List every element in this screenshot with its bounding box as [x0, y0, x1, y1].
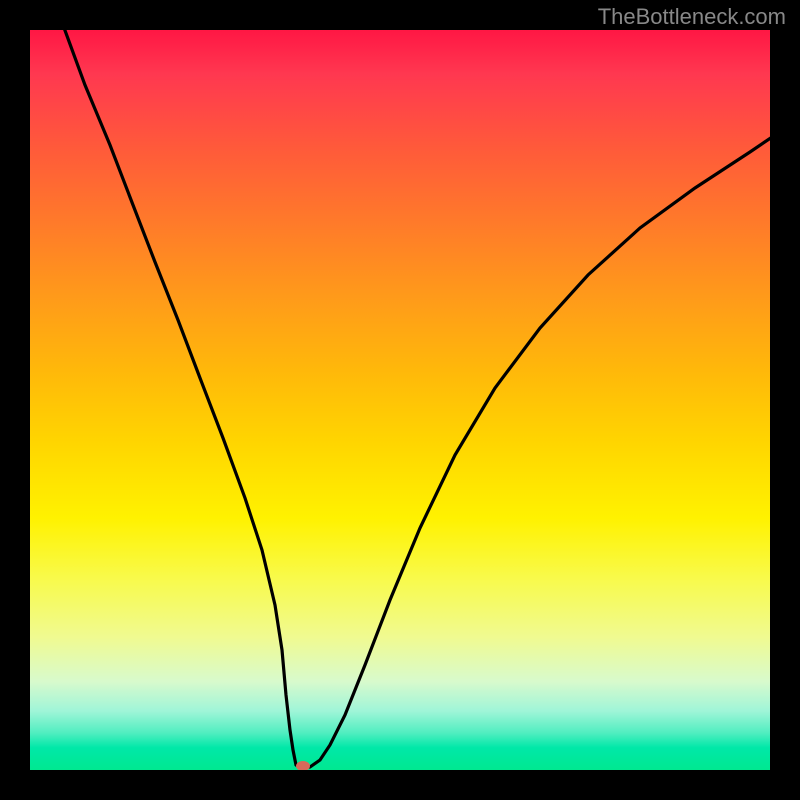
bottleneck-curve-path — [63, 30, 770, 768]
frame-bottom — [0, 770, 800, 800]
curve-svg — [30, 30, 770, 770]
frame-left — [0, 0, 30, 800]
bottleneck-chart — [30, 30, 770, 770]
watermark-text: TheBottleneck.com — [598, 4, 786, 30]
frame-right — [770, 0, 800, 800]
optimal-point-dot — [296, 761, 310, 770]
